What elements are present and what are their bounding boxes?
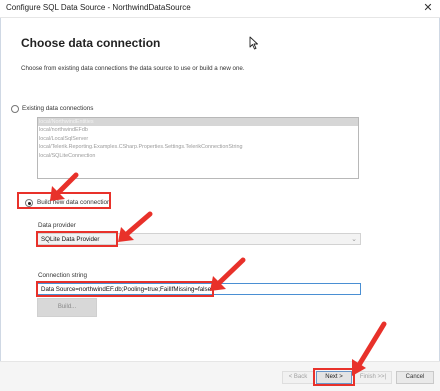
existing-connections-list[interactable]: local/NorthwindEntities local/northwindE… <box>37 117 359 179</box>
page-title: Choose data connection <box>21 36 161 50</box>
annotation-overlay <box>50 172 387 376</box>
list-item[interactable]: local/northwindEFdb <box>38 126 358 134</box>
list-item[interactable]: local/LocalSqlServer <box>38 135 358 143</box>
data-provider-value: SQLite Data Provider <box>41 236 100 243</box>
list-item[interactable]: local/Telerik.Reporting.Examples.CSharp.… <box>38 143 358 151</box>
existing-connections-label: Existing data connections <box>22 105 94 112</box>
data-provider-select[interactable]: SQLite Data Provider ⌄ <box>37 233 361 245</box>
list-item[interactable]: local/SQLiteConnection <box>38 152 358 160</box>
chevron-down-icon[interactable]: ⌄ <box>351 235 357 243</box>
mouse-pointer-icon <box>249 36 258 50</box>
connection-string-label: Connection string <box>38 272 88 279</box>
arrow-data-provider-shaft <box>125 211 153 236</box>
data-provider-label: Data provider <box>38 222 76 229</box>
connection-string-value: Data Source=northwindEF.db;Pooling=true;… <box>41 286 212 293</box>
finish-button[interactable]: Finish >>| <box>354 371 392 384</box>
dialog-window <box>0 0 440 391</box>
arrow-connection-string-shaft <box>216 257 246 286</box>
title-bar: Configure SQL Data Source - NorthwindDat… <box>0 0 440 18</box>
existing-connections-radio[interactable] <box>11 105 19 113</box>
window-title: Configure SQL Data Source - NorthwindDat… <box>6 3 191 12</box>
back-button[interactable]: < Back <box>282 371 314 384</box>
arrow-next-shaft <box>356 321 387 368</box>
build-new-connection-radio[interactable] <box>25 199 33 207</box>
next-button[interactable]: Next > <box>316 371 352 384</box>
close-icon[interactable]: ✕ <box>420 1 436 16</box>
build-button[interactable]: Build... <box>37 298 97 317</box>
cancel-button[interactable]: Cancel <box>396 371 434 384</box>
list-item[interactable]: local/NorthwindEntities <box>38 118 358 127</box>
connection-string-input[interactable]: Data Source=northwindEF.db;Pooling=true;… <box>37 283 361 295</box>
build-new-connection-label: Build new data connection <box>37 199 111 206</box>
page-instructions: Choose from existing data connections th… <box>21 65 245 72</box>
